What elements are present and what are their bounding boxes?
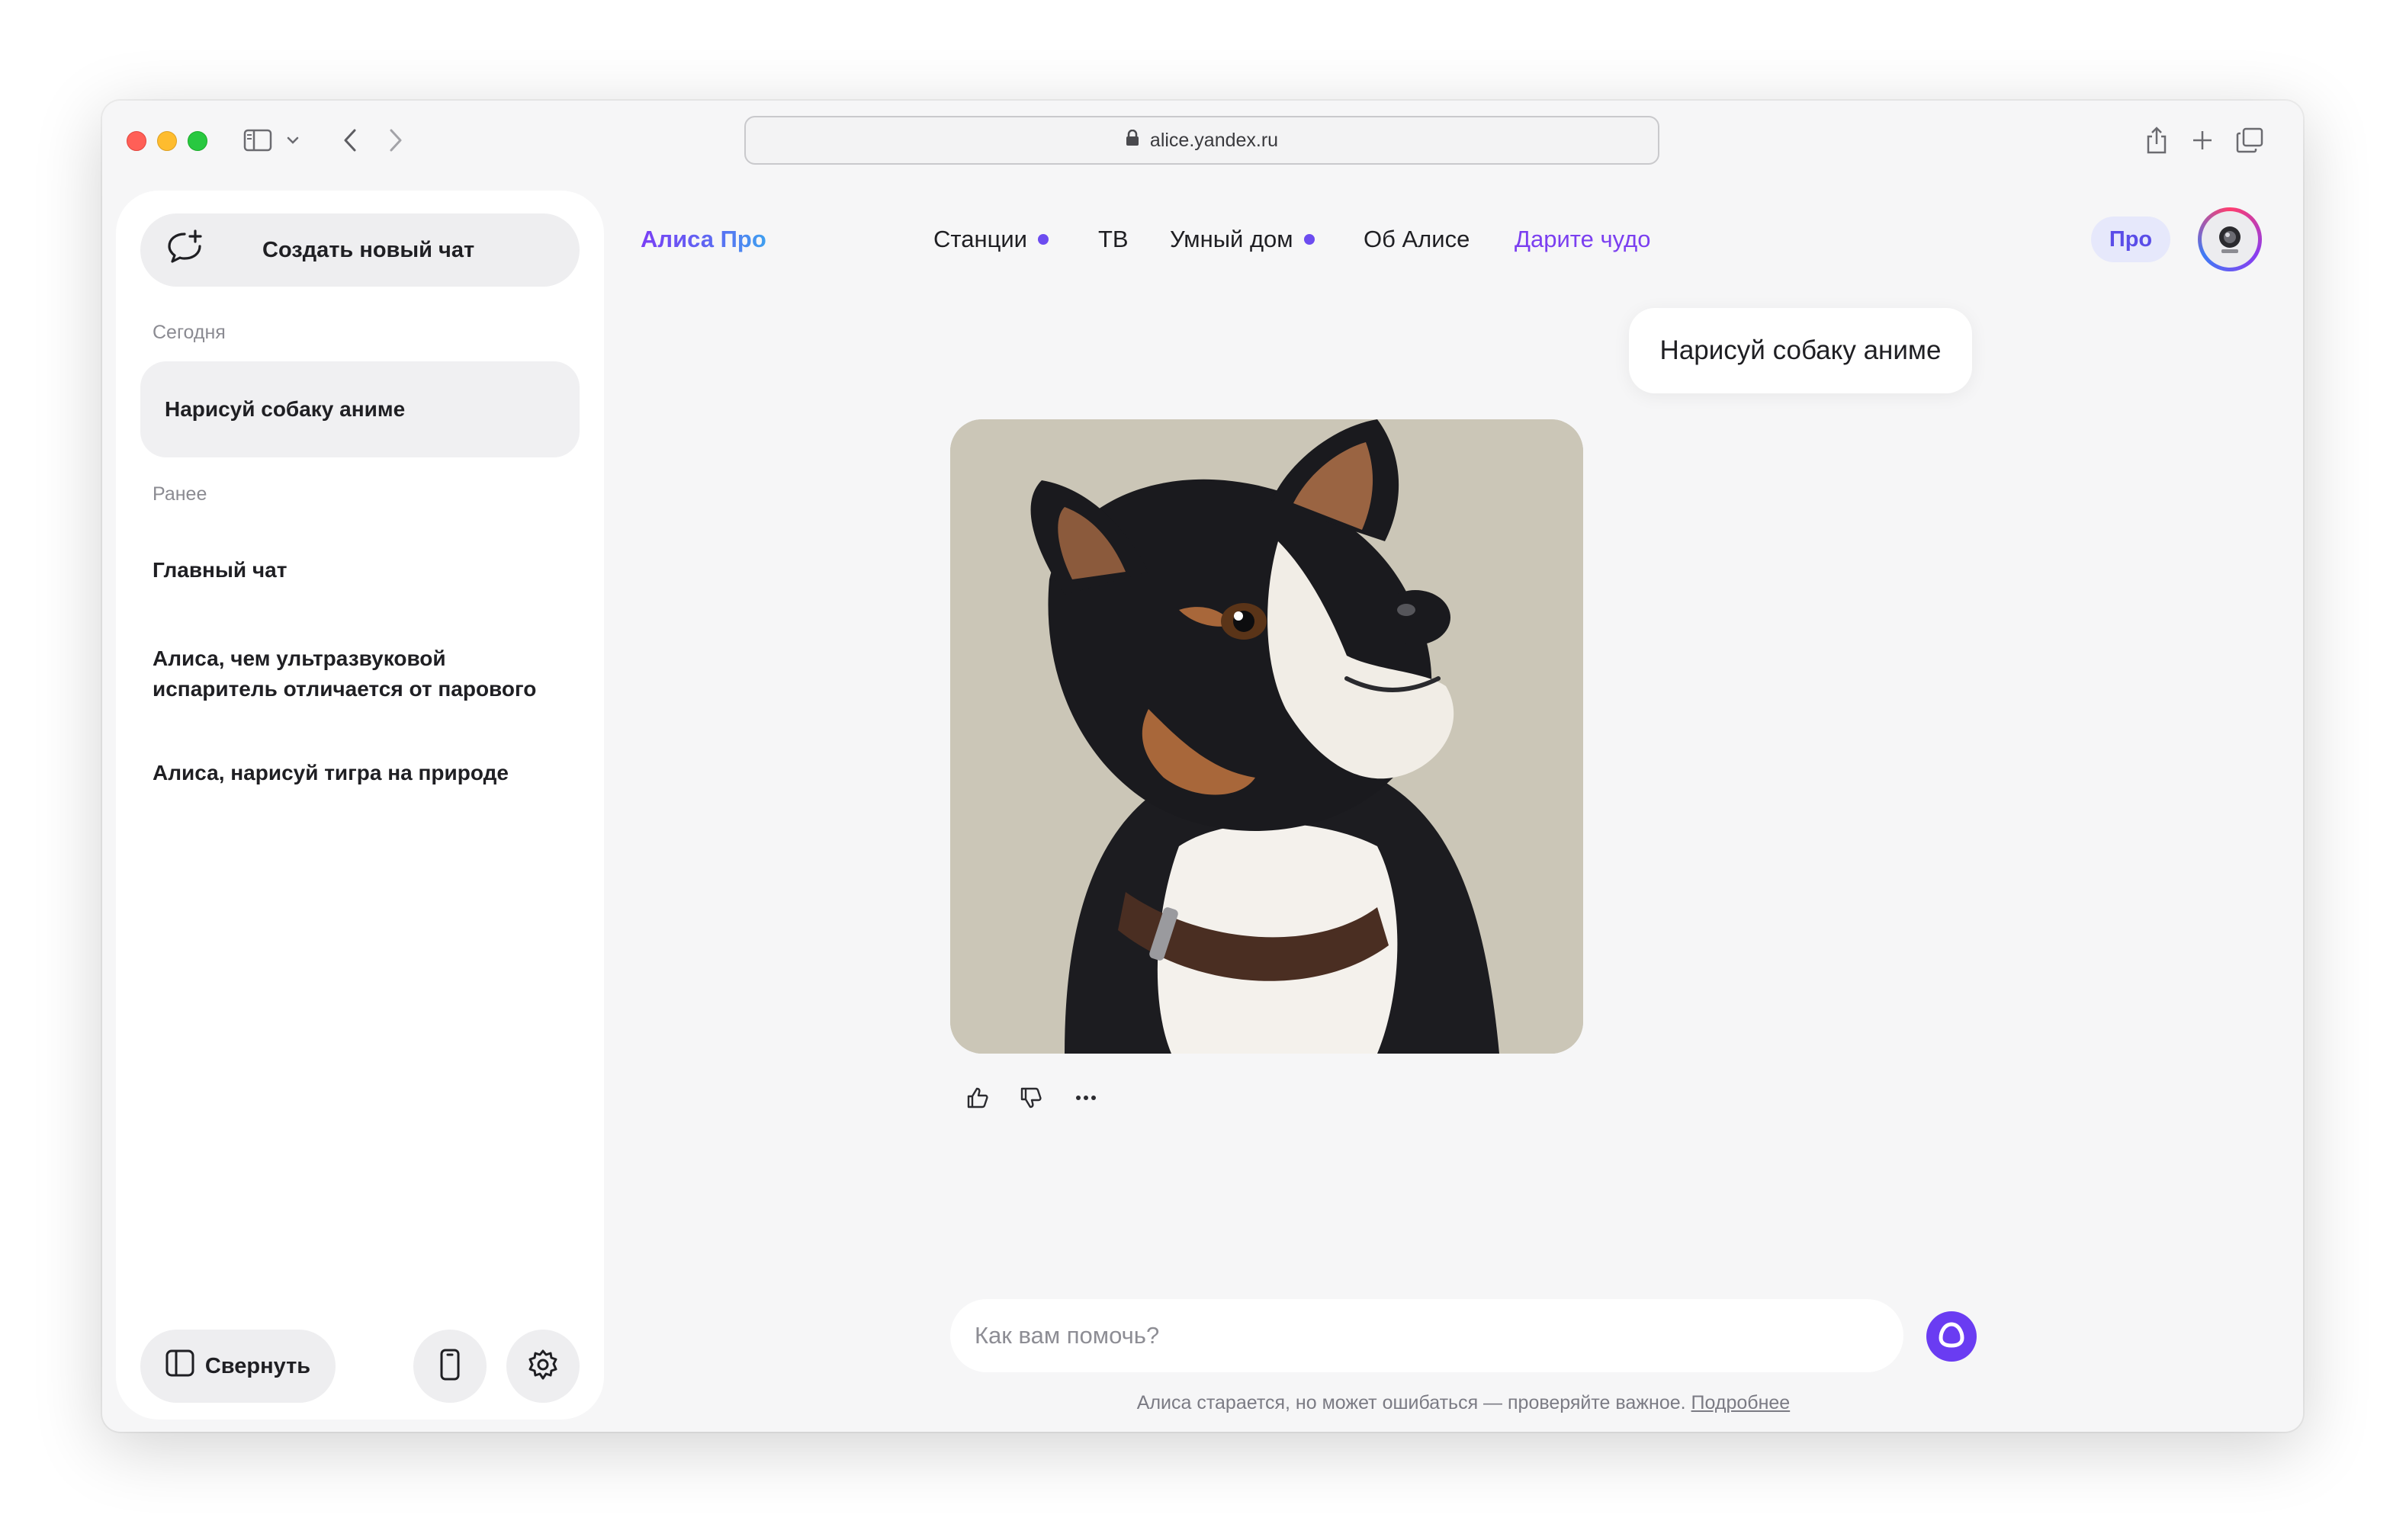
avatar[interactable]: [2198, 207, 2262, 271]
phone-icon: [439, 1349, 461, 1384]
zoom-window-button[interactable]: [188, 131, 207, 151]
chat-item[interactable]: Главный чат: [153, 555, 564, 586]
disclaimer: Алиса старается, но может ошибаться — пр…: [950, 1392, 1977, 1414]
generated-image[interactable]: [950, 419, 1583, 1054]
user-message-bubble: Нарисуй собаку аниме: [1629, 308, 1972, 393]
browser-window: alice.yandex.ru Создать новый чат Сегодн…: [102, 101, 2303, 1432]
nav-smart-home-label: Умный дом: [1170, 226, 1293, 252]
alice-voice-button[interactable]: [1926, 1311, 1977, 1362]
more-icon[interactable]: [1069, 1081, 1103, 1115]
nav-about-label: Об Алисе: [1364, 226, 1470, 252]
new-chat-label: Создать новый чат: [262, 237, 475, 262]
new-chat-icon: [166, 229, 203, 271]
nav-gift[interactable]: Дарите чудо: [1515, 226, 1650, 253]
disclaimer-more-link[interactable]: Подробнее: [1691, 1392, 1791, 1413]
gear-icon: [527, 1349, 559, 1384]
new-chat-button[interactable]: Создать новый чат: [140, 213, 580, 287]
thumbs-down-icon[interactable]: [1014, 1081, 1048, 1115]
settings-button[interactable]: [506, 1330, 580, 1403]
sidebar: Создать новый чат Сегодня Нарисуй собаку…: [116, 191, 604, 1420]
nav-stations-label: Станции: [933, 226, 1027, 252]
chevron-down-icon[interactable]: [285, 124, 300, 157]
nav-gift-label: Дарите чудо: [1515, 226, 1651, 252]
collapse-label: Свернуть: [204, 1353, 311, 1378]
phone-button[interactable]: [413, 1330, 487, 1403]
user-avatar-icon: [2202, 211, 2258, 268]
browser-titlebar: alice.yandex.ru: [102, 101, 2303, 180]
minimize-window-button[interactable]: [157, 131, 177, 151]
lock-icon: [1126, 129, 1139, 152]
back-icon[interactable]: [339, 124, 361, 157]
nav-stations[interactable]: Станции: [933, 226, 1049, 253]
nav-smart-home[interactable]: Умный дом: [1170, 226, 1315, 253]
pro-badge[interactable]: Про: [2091, 217, 2170, 262]
chat-item-label: Нарисуй собаку аниме: [165, 397, 406, 421]
nav-dot: [1303, 234, 1315, 245]
nav-tv-label: ТВ: [1098, 226, 1129, 252]
thumbs-up-icon[interactable]: [961, 1081, 994, 1115]
collapse-button[interactable]: Свернуть: [140, 1330, 336, 1403]
brand-logo[interactable]: Алиса Про: [641, 226, 766, 253]
chat-item[interactable]: Алиса, нарисуй тигра на природе: [153, 758, 564, 788]
close-window-button[interactable]: [127, 131, 146, 151]
tabs-icon[interactable]: [2233, 124, 2266, 157]
sidebar-toggle-icon[interactable]: [241, 124, 275, 157]
dog-illustration: [950, 419, 1583, 1054]
message-input[interactable]: Как вам помочь?: [950, 1299, 1903, 1372]
url-text: alice.yandex.ru: [1149, 129, 1279, 151]
address-bar[interactable]: alice.yandex.ru: [744, 116, 1659, 165]
message-input-placeholder: Как вам помочь?: [975, 1322, 1160, 1349]
forward-icon[interactable]: [384, 124, 407, 157]
nav-about[interactable]: Об Алисе: [1364, 226, 1470, 253]
section-today-label: Сегодня: [153, 322, 226, 343]
chat-item-active[interactable]: Нарисуй собаку аниме: [140, 361, 580, 457]
share-icon[interactable]: [2141, 124, 2172, 157]
alice-icon: [1936, 1320, 1967, 1354]
plus-icon[interactable]: [2187, 124, 2218, 157]
collapse-icon: [165, 1349, 194, 1383]
nav-dot: [1038, 234, 1049, 245]
nav-tv[interactable]: ТВ: [1098, 226, 1129, 253]
section-earlier-label: Ранее: [153, 483, 207, 505]
chat-item[interactable]: Алиса, чем ультразвуковой испаритель отл…: [153, 643, 564, 704]
disclaimer-text: Алиса старается, но может ошибаться — пр…: [1136, 1392, 1686, 1413]
